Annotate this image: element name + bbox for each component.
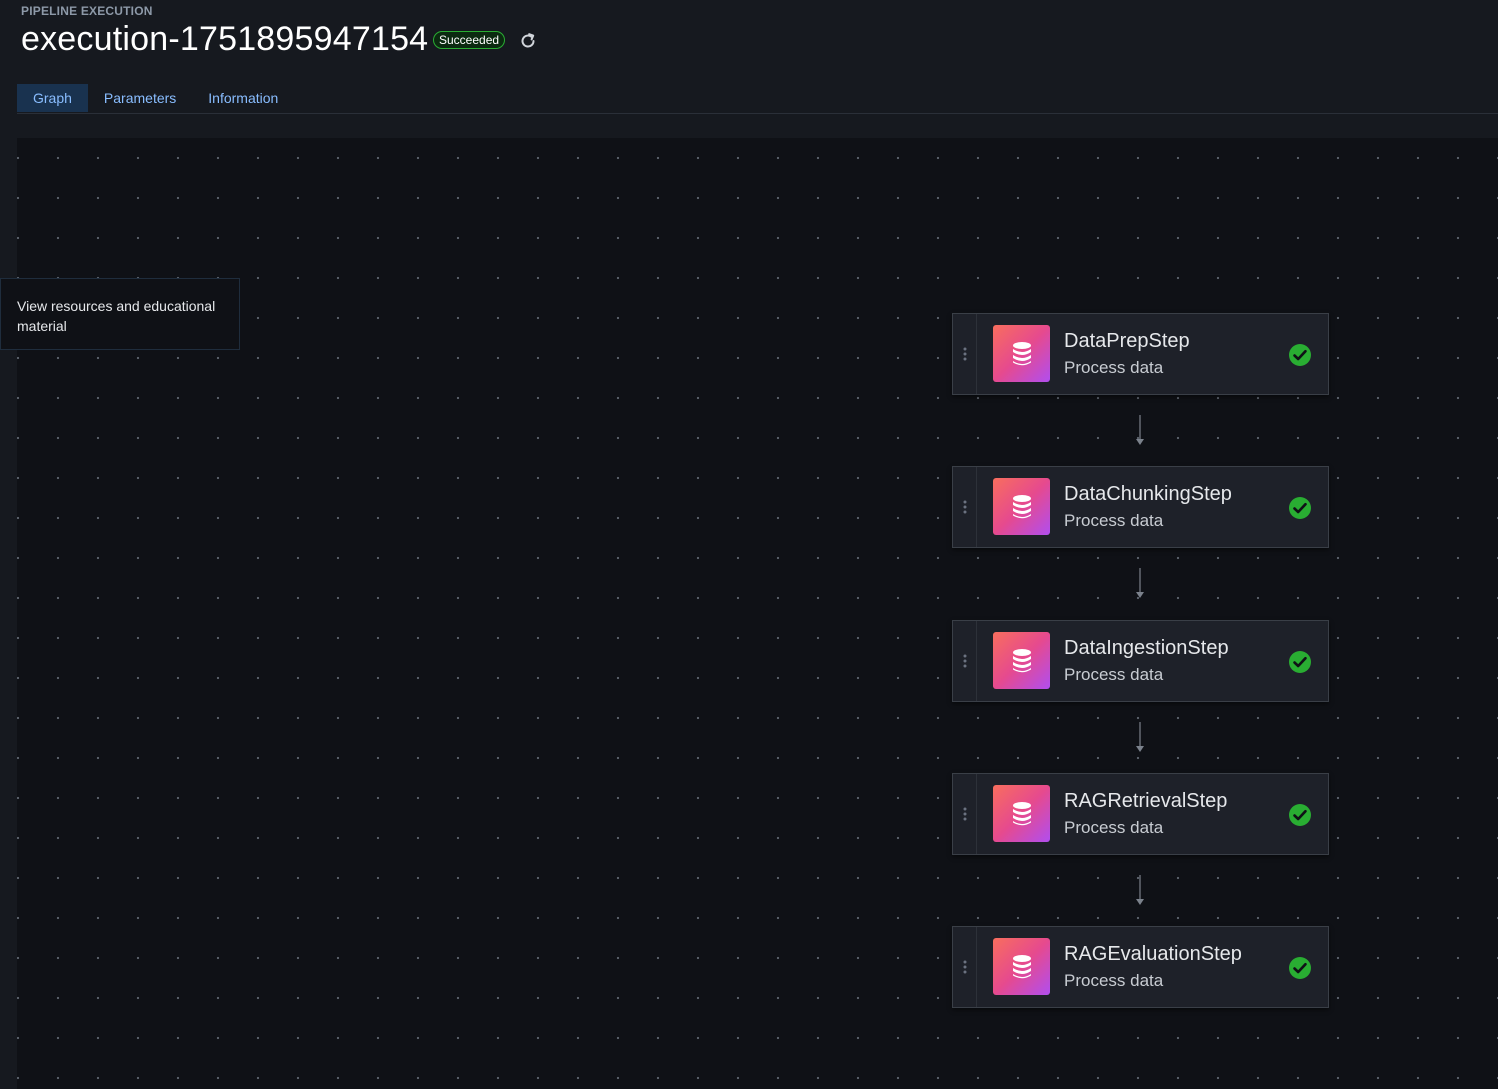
check-circle-icon — [1289, 957, 1311, 979]
step-name: RAGRetrievalStep — [1064, 790, 1228, 812]
database-icon — [1012, 954, 1031, 978]
step-type-tile — [993, 632, 1050, 689]
pipeline-step-node[interactable]: DataChunkingStep Process data — [952, 466, 1329, 548]
check-circle-icon — [1289, 344, 1311, 366]
status-badge: Succeeded — [433, 31, 506, 49]
step-type: Process data — [1064, 358, 1164, 377]
step-type-tile — [993, 478, 1050, 535]
graph-edge-arrow — [1136, 875, 1144, 905]
step-name: RAGEvaluationStep — [1064, 943, 1242, 965]
step-type: Process data — [1064, 971, 1164, 990]
drag-handle-icon — [963, 807, 966, 821]
drag-handle[interactable] — [953, 927, 977, 1007]
pipeline-step-node[interactable]: RAGRetrievalStep Process data — [952, 773, 1329, 855]
drag-handle-icon — [963, 500, 966, 514]
tab-bar: Graph Parameters Information — [17, 84, 294, 112]
drag-handle-icon — [963, 654, 966, 668]
drag-handle-icon — [963, 960, 966, 974]
step-name: DataPrepStep — [1064, 330, 1190, 352]
step-name: DataChunkingStep — [1064, 483, 1232, 505]
graph-edge-arrow — [1136, 722, 1144, 752]
tab-information[interactable]: Information — [192, 84, 294, 112]
page-header: PIPELINE EXECUTION execution-17518959471… — [0, 0, 1498, 114]
drag-handle-icon — [963, 347, 966, 361]
database-icon — [1012, 801, 1031, 825]
database-icon — [1012, 648, 1031, 672]
drag-handle[interactable] — [953, 467, 977, 547]
graph-edge-arrow — [1136, 568, 1144, 598]
pipeline-step-node[interactable]: DataIngestionStep Process data — [952, 620, 1329, 702]
step-type: Process data — [1064, 511, 1164, 530]
resources-panel[interactable]: View resources and educational material — [0, 278, 240, 350]
step-type-tile — [993, 325, 1050, 382]
step-type: Process data — [1064, 818, 1164, 837]
refresh-icon — [521, 33, 535, 48]
page-eyebrow: PIPELINE EXECUTION — [21, 4, 153, 18]
check-circle-icon — [1289, 497, 1311, 519]
page-title: execution-1751895947154 — [21, 20, 429, 58]
graph-edge-arrow — [1136, 415, 1144, 445]
tab-graph[interactable]: Graph — [17, 84, 88, 112]
refresh-button[interactable] — [514, 27, 542, 55]
check-circle-icon — [1289, 804, 1311, 826]
drag-handle[interactable] — [953, 314, 977, 394]
pipeline-step-node[interactable]: RAGEvaluationStep Process data — [952, 926, 1329, 1008]
resources-panel-text: View resources and educational material — [17, 298, 216, 334]
database-icon — [1012, 494, 1031, 518]
drag-handle[interactable] — [953, 621, 977, 701]
tab-parameters[interactable]: Parameters — [88, 84, 192, 112]
drag-handle[interactable] — [953, 774, 977, 854]
pipeline-step-node[interactable]: DataPrepStep Process data — [952, 313, 1329, 395]
database-icon — [1012, 341, 1031, 365]
left-gutter — [0, 114, 17, 1089]
step-type-tile — [993, 938, 1050, 995]
tab-divider — [17, 113, 1498, 114]
step-type: Process data — [1064, 665, 1164, 684]
step-type-tile — [993, 785, 1050, 842]
step-name: DataIngestionStep — [1064, 637, 1229, 659]
check-circle-icon — [1289, 651, 1311, 673]
